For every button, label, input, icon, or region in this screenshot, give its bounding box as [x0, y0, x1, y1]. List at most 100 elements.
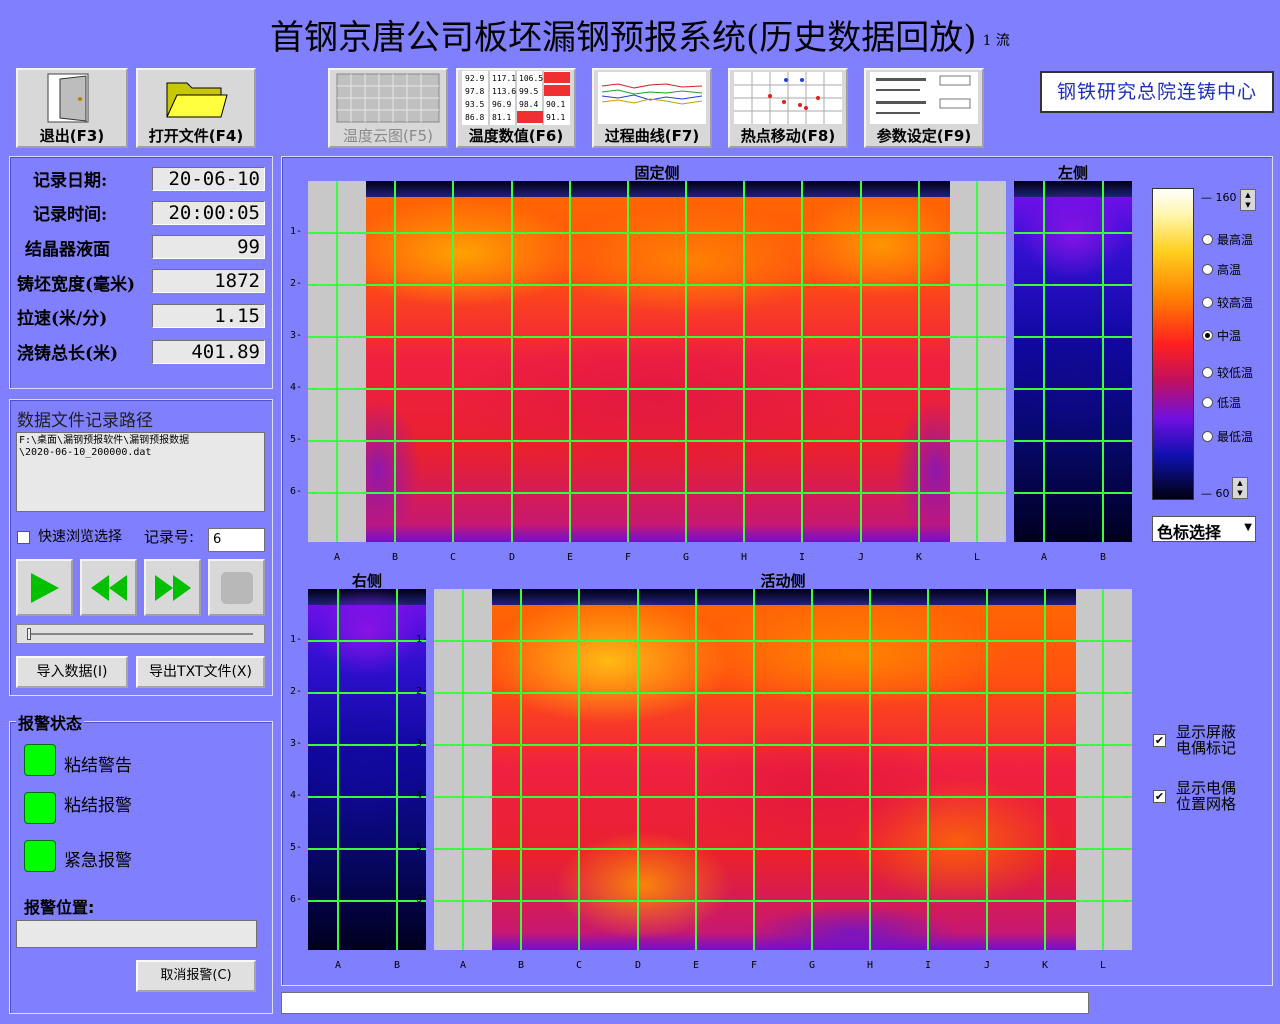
grid-line-horizontal — [308, 388, 1006, 390]
grid-line-vertical — [394, 181, 396, 542]
grid-line-vertical — [337, 589, 339, 950]
file-path-textbox[interactable]: F:\桌面\漏钢预报软件\漏钢预报数据 \2020-06-10_200000.d… — [16, 432, 265, 512]
svg-text:98.4: 98.4 — [519, 100, 538, 109]
grid-line-vertical — [685, 181, 687, 542]
fast-forward-button[interactable] — [144, 559, 201, 616]
svg-text:92.9: 92.9 — [465, 74, 484, 83]
svg-text:113.6: 113.6 — [492, 87, 516, 96]
scale-max-tick: — 160 — [1201, 191, 1237, 204]
cancel-alarm-button[interactable]: 取消报警(C) — [136, 960, 256, 992]
param-settings-button[interactable]: 参数设定(F9) — [864, 68, 984, 148]
show-shield-label: 显示屏蔽 电偶标记 — [1176, 723, 1237, 757]
grid-line-vertical — [753, 589, 755, 950]
show-shield-checkbox[interactable]: ✔ — [1153, 734, 1166, 747]
scale-level-option[interactable]: 最低温 — [1202, 428, 1253, 445]
alarm-position-field — [16, 920, 257, 948]
column-label: J — [984, 960, 991, 971]
svg-text:117.1: 117.1 — [492, 74, 516, 83]
exit-label: 退出(F3) — [39, 127, 105, 145]
play-button[interactable] — [16, 559, 73, 616]
temp-values-button[interactable]: 92.9 117.1 106.5 97.8 113.6 99.5 93.5 96.9 98.4 9… — [456, 68, 576, 148]
import-data-button[interactable]: 导入数据(I) — [16, 656, 128, 688]
param-settings-label: 参数设定(F9) — [876, 127, 972, 145]
scale-level-option[interactable]: 较高温 — [1202, 294, 1253, 311]
settings-form-icon — [866, 70, 982, 126]
dropdown-arrow-icon: ▼ — [1244, 522, 1252, 533]
radio-icon — [1202, 264, 1213, 275]
scale-level-label: 最高温 — [1217, 233, 1254, 247]
slider-thumb[interactable] — [27, 628, 31, 640]
radio-icon — [1202, 431, 1213, 442]
grid-line-vertical — [918, 181, 920, 542]
scale-min-spinner[interactable]: ▲ ▼ — [1232, 477, 1248, 499]
svg-text:106.5: 106.5 — [519, 74, 543, 83]
svg-text:99.5: 99.5 — [519, 87, 538, 96]
active-side-heatmap[interactable] — [434, 589, 1132, 950]
scale-level-option[interactable]: 中温 — [1202, 327, 1241, 344]
grid-line-horizontal — [308, 744, 426, 746]
column-label: F — [625, 552, 632, 563]
page-title: 首钢京唐公司板坯漏钢预报系统(历史数据回放) 1 流 — [0, 10, 1280, 59]
scale-max-value: 160 — [1215, 191, 1237, 204]
scale-min-value: 60 — [1215, 487, 1230, 500]
show-grid-checkbox[interactable]: ✔ — [1153, 790, 1166, 803]
record-date-value: 20-06-10 — [152, 167, 265, 191]
hotspot-grid-icon — [730, 70, 846, 126]
process-curve-button[interactable]: 过程曲线(F7) — [592, 68, 712, 148]
grid-line-vertical — [1102, 589, 1104, 950]
color-scale-bar — [1152, 188, 1194, 500]
scale-level-option[interactable]: 较低温 — [1202, 364, 1253, 381]
grid-line-horizontal — [308, 640, 426, 642]
column-label: B — [518, 960, 525, 971]
fixed-side-title: 固定侧 — [634, 164, 680, 182]
left-side-heatmap[interactable] — [1014, 181, 1132, 542]
temp-cloud-button[interactable]: 温度云图(F5) — [328, 68, 448, 148]
grid-line-horizontal — [308, 900, 426, 902]
color-scale-select[interactable]: 色标选择 ▼ — [1152, 516, 1256, 542]
export-txt-button[interactable]: 导出TXT文件(X) — [136, 656, 265, 688]
record-date-label: 记录日期: — [33, 171, 108, 191]
column-label: L — [974, 552, 981, 563]
spin-up-icon: ▲ — [1237, 479, 1243, 487]
slider-track — [27, 633, 253, 635]
fixed-side-heatmap[interactable] — [308, 181, 1006, 542]
grid-line-vertical — [511, 181, 513, 542]
scale-level-label: 中温 — [1217, 329, 1242, 343]
quick-browse-checkbox[interactable] — [17, 531, 30, 544]
spin-up-icon: ▲ — [1245, 191, 1251, 199]
stick-alarm-led — [24, 792, 56, 824]
playback-slider[interactable] — [16, 624, 265, 644]
scale-level-option[interactable]: 最高温 — [1202, 231, 1253, 248]
record-time-value: 20:00:05 — [152, 201, 265, 225]
stop-button[interactable] — [208, 559, 265, 616]
record-no-input[interactable]: 6 — [208, 528, 265, 552]
cast-length-label: 浇铸总长(米) — [17, 344, 119, 364]
strand-label: 1 流 — [982, 33, 1010, 49]
scale-level-option[interactable]: 低温 — [1202, 394, 1241, 411]
record-no-label: 记录号: — [144, 528, 195, 546]
mold-level-value: 99 — [152, 235, 265, 259]
scale-level-label: 较高温 — [1217, 296, 1254, 310]
row-label: 5- — [416, 842, 429, 853]
radio-icon — [1202, 367, 1213, 378]
rewind-button[interactable] — [80, 559, 137, 616]
column-label: H — [867, 960, 874, 971]
exit-button[interactable]: 退出(F3) — [16, 68, 128, 148]
scale-max-spinner[interactable]: ▲ ▼ — [1240, 189, 1256, 211]
active-side-title: 活动侧 — [760, 572, 806, 590]
stick-warning-led — [24, 744, 56, 776]
right-side-heatmap[interactable] — [308, 589, 426, 950]
svg-text:93.5: 93.5 — [465, 100, 484, 109]
radio-icon — [1202, 397, 1213, 408]
grid-line-vertical — [869, 589, 871, 950]
grid-line-horizontal — [1014, 492, 1132, 494]
open-file-button[interactable]: 打开文件(F4) — [136, 68, 256, 148]
grid-line-horizontal — [1014, 232, 1132, 234]
column-label: D — [509, 552, 516, 563]
scale-level-option[interactable]: 高温 — [1202, 261, 1241, 278]
quick-browse-label: 快速浏览选择 — [38, 529, 122, 545]
hotspot-move-button[interactable]: 热点移动(F8) — [728, 68, 848, 148]
row-label: 4- — [416, 790, 429, 801]
scale-level-label: 最低温 — [1217, 430, 1254, 444]
row-label: 3- — [416, 738, 429, 749]
